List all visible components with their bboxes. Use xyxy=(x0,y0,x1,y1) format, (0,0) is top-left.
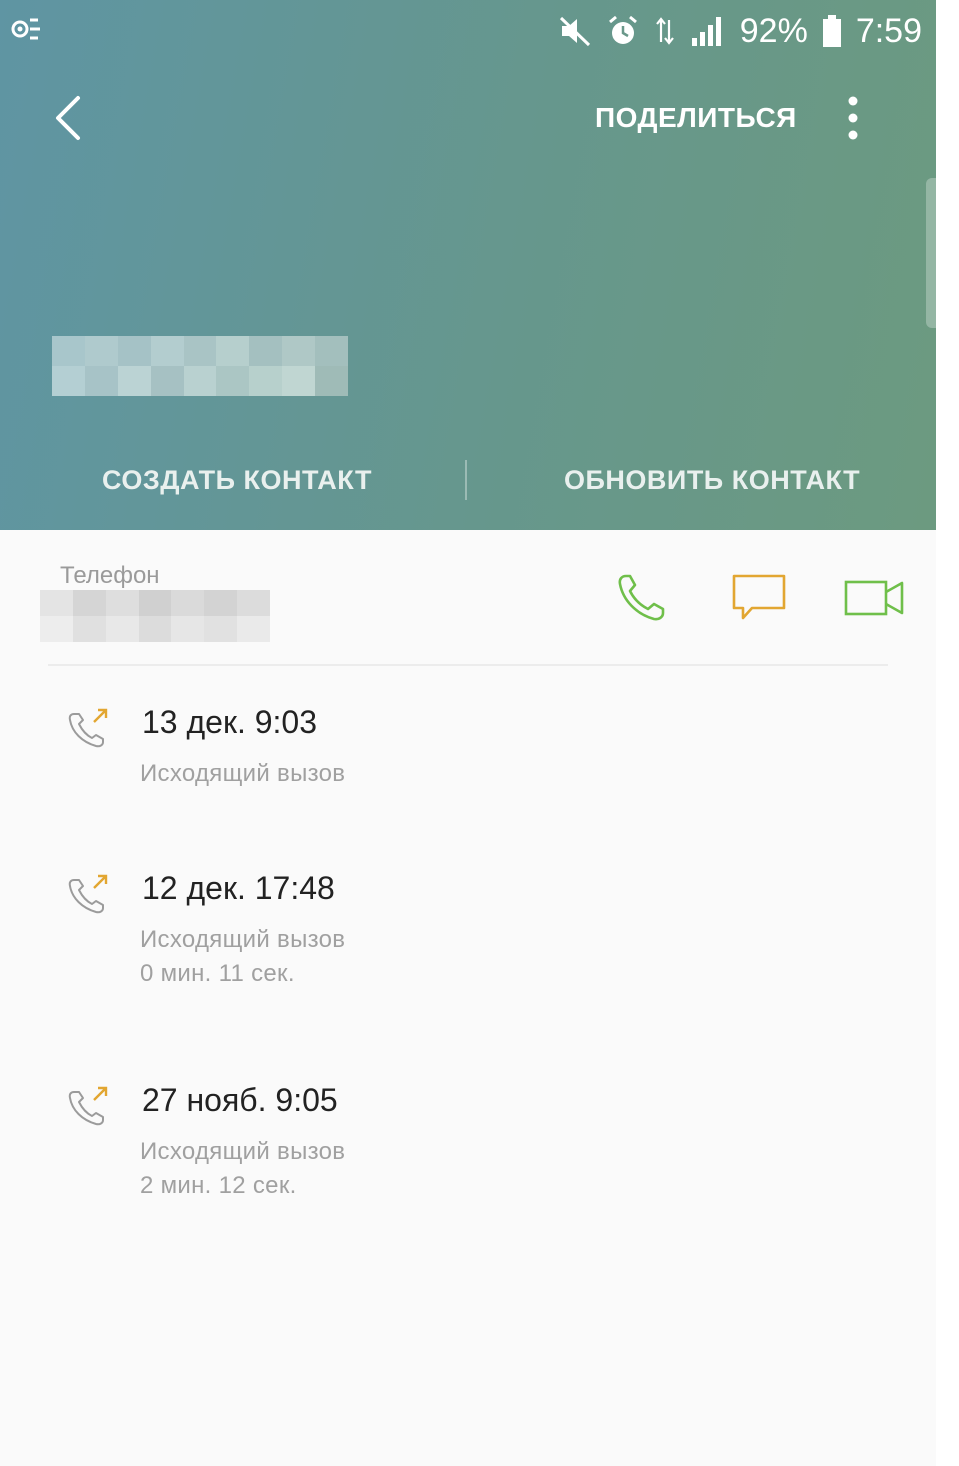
alarm-icon xyxy=(608,15,637,44)
screen-edge xyxy=(936,0,959,1466)
share-button[interactable]: ПОДЕЛИТЬСЯ xyxy=(595,96,797,140)
call-type: Исходящий вызов xyxy=(140,926,346,953)
signal-icon xyxy=(691,17,721,46)
call-duration: 0 мин. 11 сек. xyxy=(140,960,295,987)
call-duration: 2 мин. 12 сек. xyxy=(140,1172,297,1199)
call-datetime: 12 дек. 17:48 xyxy=(142,870,335,906)
action-divider xyxy=(465,460,467,500)
phone-label: Телефон xyxy=(60,562,160,589)
phone-number-redacted[interactable] xyxy=(40,590,270,642)
outgoing-call-icon xyxy=(68,874,108,914)
status-icons: 92% 7:59 xyxy=(558,8,922,54)
contact-header: 92% 7:59 ПОДЕЛИТЬСЯ СОЗДАТЬ КОНТАКТ ОБНО… xyxy=(0,0,936,530)
call-type: Исходящий вызов xyxy=(140,1138,346,1165)
back-arrow-icon[interactable] xyxy=(40,88,100,148)
contact-actions: СОЗДАТЬ КОНТАКТ ОБНОВИТЬ КОНТАКТ xyxy=(0,438,936,522)
edge-panel-handle[interactable] xyxy=(926,178,936,328)
battery-percent: 92% xyxy=(739,11,808,50)
battery-icon xyxy=(822,15,841,47)
contact-detail-screen: 92% 7:59 ПОДЕЛИТЬСЯ СОЗДАТЬ КОНТАКТ ОБНО… xyxy=(0,0,936,1466)
mute-icon xyxy=(559,16,590,47)
settings-cog-icon xyxy=(11,18,40,40)
status-bar: 92% 7:59 xyxy=(0,0,936,64)
video-call-icon[interactable] xyxy=(842,574,906,622)
phone-call-icon[interactable] xyxy=(612,570,674,626)
call-history-item[interactable]: 27 нояб. 9:05 Исходящий вызов 2 мин. 12 … xyxy=(0,1072,936,1222)
message-icon[interactable] xyxy=(728,570,790,626)
clock: 7:59 xyxy=(855,11,922,50)
more-vertical-icon[interactable] xyxy=(826,92,880,146)
call-history-item[interactable]: 13 дек. 9:03 Исходящий вызов xyxy=(0,694,936,844)
contact-name-redacted xyxy=(52,336,348,396)
outgoing-call-icon xyxy=(68,708,108,748)
phone-section: Телефон xyxy=(0,530,936,666)
call-history-item[interactable]: 12 дек. 17:48 Исходящий вызов 0 мин. 11 … xyxy=(0,860,936,1010)
call-datetime: 13 дек. 9:03 xyxy=(142,704,318,740)
section-divider xyxy=(48,664,888,666)
update-contact-button[interactable]: ОБНОВИТЬ КОНТАКТ xyxy=(564,460,860,500)
call-datetime: 27 нояб. 9:05 xyxy=(142,1082,338,1118)
call-type: Исходящий вызов xyxy=(140,760,346,787)
create-contact-button[interactable]: СОЗДАТЬ КОНТАКТ xyxy=(102,460,372,500)
outgoing-call-icon xyxy=(68,1086,108,1126)
data-arrows-icon xyxy=(655,17,674,45)
